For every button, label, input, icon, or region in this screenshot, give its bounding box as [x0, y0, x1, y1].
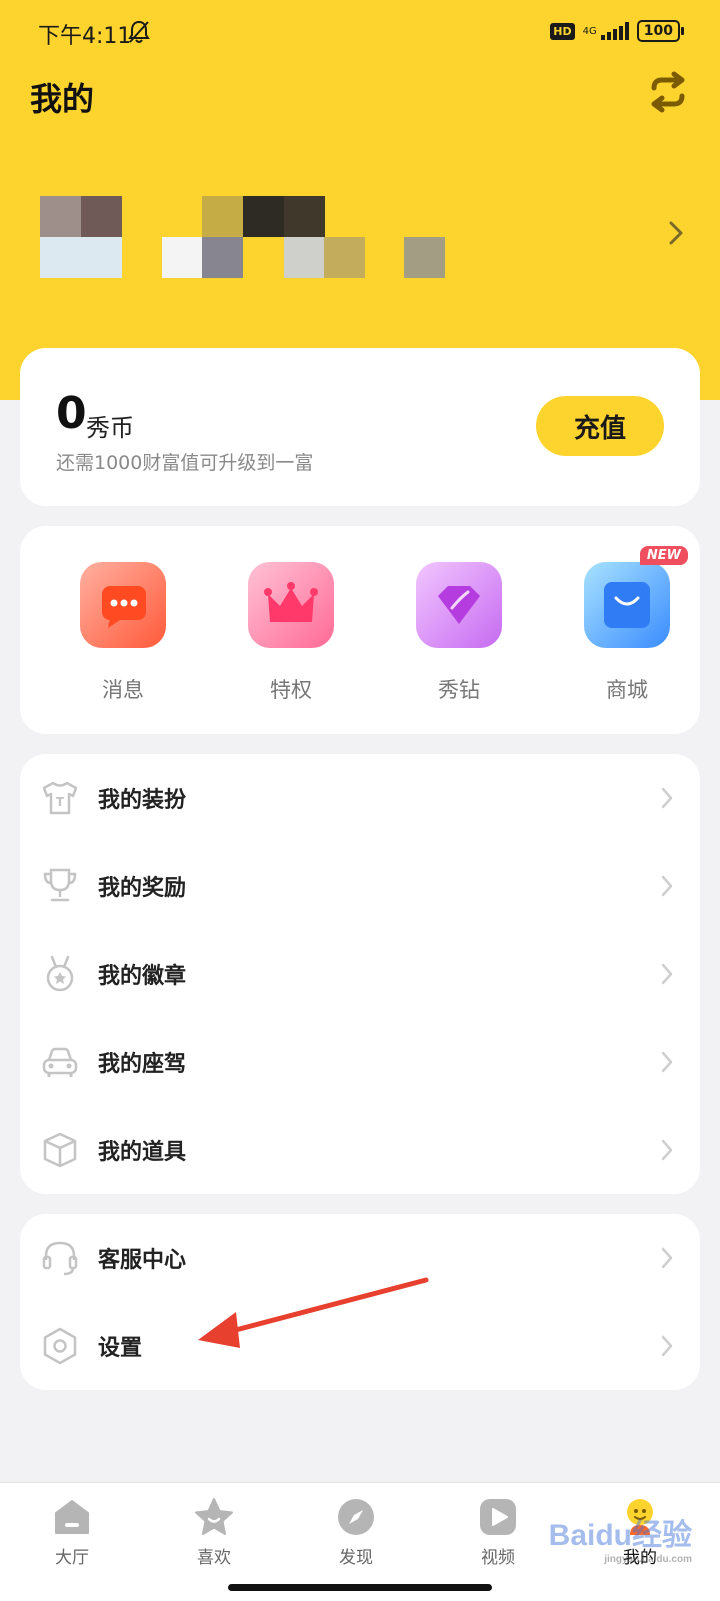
star-icon	[192, 1495, 236, 1539]
watermark-url: jingyan.baidu.com	[604, 1554, 692, 1565]
chevron-right-icon	[660, 1334, 674, 1358]
switch-account-icon[interactable]	[646, 70, 690, 114]
recharge-button[interactable]: 充值	[536, 396, 664, 456]
status-bar: 下午4:11 HD 4G 100	[0, 0, 720, 66]
menu-item-label: 我的装扮	[98, 788, 187, 813]
play-icon	[476, 1495, 520, 1539]
menu-item-customer-service[interactable]: 客服中心	[20, 1214, 700, 1302]
tab-label: 大厅	[55, 1548, 89, 1568]
quick-action-diamond[interactable]: 秀钻	[399, 562, 519, 704]
blurred-profile-info[interactable]	[40, 196, 450, 280]
signal-icon	[600, 22, 629, 40]
coin-unit: 秀币	[86, 414, 134, 442]
menu-item-rewards[interactable]: 我的奖励	[20, 842, 700, 930]
trophy-icon	[40, 866, 80, 906]
mute-bell-icon	[128, 20, 150, 48]
svg-text:T: T	[56, 795, 65, 809]
headset-icon	[40, 1238, 80, 1278]
quick-action-message[interactable]: 消息	[63, 562, 183, 704]
status-icons: HD 4G 100	[550, 20, 685, 42]
crown-icon	[248, 562, 334, 648]
car-icon	[40, 1042, 80, 1082]
settings-icon	[40, 1326, 80, 1366]
chevron-right-icon	[660, 1246, 674, 1270]
coin-amount: 0	[56, 388, 87, 439]
quick-action-label: 商城	[606, 678, 648, 702]
menu-item-outfit[interactable]: T 我的装扮	[20, 754, 700, 842]
chevron-right-icon	[660, 962, 674, 986]
menu-group-support: 客服中心 设置	[20, 1214, 700, 1390]
menu-item-label: 客服中心	[98, 1248, 187, 1273]
diamond-icon	[416, 562, 502, 648]
tshirt-icon: T	[40, 778, 80, 818]
chevron-right-icon	[660, 1050, 674, 1074]
home-indicator[interactable]	[228, 1584, 492, 1591]
quick-action-label: 特权	[270, 678, 312, 702]
menu-item-label: 我的奖励	[98, 876, 187, 901]
coins-card: 0 秀币 还需1000财富值可升级到一富 充值	[20, 348, 700, 506]
quick-action-label: 秀钻	[438, 678, 480, 702]
tab-label: 喜欢	[197, 1548, 231, 1568]
menu-item-settings[interactable]: 设置	[20, 1302, 700, 1390]
medal-icon	[40, 954, 80, 994]
message-icon	[80, 562, 166, 648]
tab-label: 发现	[339, 1548, 373, 1568]
menu-item-label: 我的徽章	[98, 964, 187, 989]
menu-item-label: 我的座驾	[98, 1052, 187, 1077]
baidu-watermark: Baidu经验 jingyan.baidu.com	[549, 1510, 692, 1565]
quick-action-privilege[interactable]: 特权	[231, 562, 351, 704]
menu-item-label: 设置	[98, 1336, 143, 1361]
menu-item-props[interactable]: 我的道具	[20, 1106, 700, 1194]
quick-actions-card: 消息 特权 秀钻 NEW 商城	[20, 526, 700, 734]
compass-icon	[334, 1495, 378, 1539]
page-title: 我的	[30, 80, 95, 118]
watermark-text: Baidu经验	[548, 1519, 692, 1552]
new-badge: NEW	[639, 546, 688, 565]
tab-favorites[interactable]: 喜欢	[164, 1495, 264, 1568]
quick-action-mall[interactable]: NEW 商城	[567, 546, 688, 704]
network-label: 4G	[582, 25, 597, 37]
menu-item-vehicle[interactable]: 我的座驾	[20, 1018, 700, 1106]
tab-discover[interactable]: 发现	[306, 1495, 406, 1568]
chevron-right-icon	[660, 874, 674, 898]
quick-action-label: 消息	[102, 678, 144, 702]
tab-lobby[interactable]: 大厅	[22, 1495, 122, 1568]
profile-chevron-icon[interactable]	[666, 218, 686, 248]
home-icon	[50, 1495, 94, 1539]
hd-badge: HD	[550, 22, 575, 40]
menu-group-personal: T 我的装扮 我的奖励 我的徽章 我的座驾 我的道具	[20, 754, 700, 1194]
shopping-bag-icon: NEW	[584, 546, 688, 648]
tab-label: 视频	[481, 1548, 515, 1568]
tab-video[interactable]: 视频	[448, 1495, 548, 1568]
box-icon	[40, 1130, 80, 1170]
chevron-right-icon	[660, 786, 674, 810]
battery-indicator: 100	[636, 20, 685, 42]
menu-item-label: 我的道具	[98, 1140, 187, 1165]
menu-item-badges[interactable]: 我的徽章	[20, 930, 700, 1018]
status-time: 下午4:11	[38, 24, 132, 49]
wealth-upgrade-hint: 还需1000财富值可升级到一富	[56, 452, 314, 474]
chevron-right-icon	[660, 1138, 674, 1162]
